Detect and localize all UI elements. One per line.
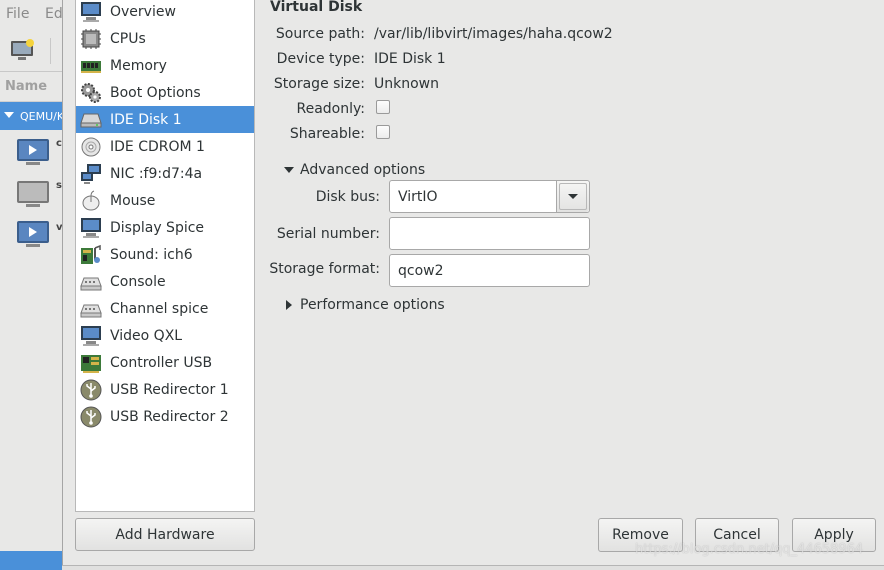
add-hardware-button[interactable]: Add Hardware: [75, 518, 255, 551]
bg-statusbar: [0, 551, 62, 570]
vm-running-icon[interactable]: [16, 138, 50, 166]
disk-bus-label: Disk bus:: [315, 189, 380, 205]
hard-disk-icon: [80, 109, 102, 131]
bg-toolbar: [0, 30, 62, 72]
sidebar-item-controller-usb[interactable]: Controller USB: [76, 349, 254, 376]
expand-arrow-icon: [4, 112, 14, 118]
serial-number-label: Serial number:: [276, 226, 380, 242]
new-vm-icon[interactable]: [10, 38, 36, 62]
usb-icon: [80, 406, 102, 428]
sidebar-item-label: Console: [110, 273, 166, 290]
source-path-value: /var/lib/libvirt/images/haha.qcow2: [374, 26, 613, 42]
sidebar-item-label: USB Redirector 2: [110, 408, 229, 425]
bg-name-column-header[interactable]: Name: [0, 74, 62, 102]
sidebar-item-label: Overview: [110, 3, 176, 20]
monitor-icon: [80, 1, 102, 23]
performance-options-expander[interactable]: Performance options: [286, 297, 445, 313]
source-path-label: Source path:: [275, 26, 365, 42]
bg-menu-file[interactable]: File: [6, 6, 29, 22]
controller-card-icon: [80, 352, 102, 374]
sidebar-item-overview[interactable]: Overview: [76, 0, 254, 25]
sidebar-item-label: USB Redirector 1: [110, 381, 229, 398]
vm-running-icon[interactable]: [16, 220, 50, 248]
watermark-text: https://blog.csdn.net/qq_44658964: [635, 542, 864, 557]
sidebar-item-label: CPUs: [110, 30, 146, 47]
serial-number-field[interactable]: [389, 217, 590, 250]
sidebar-item-mouse[interactable]: Mouse: [76, 187, 254, 214]
sidebar-item-label: IDE CDROM 1: [110, 138, 205, 155]
dialog-bottom-edge: [62, 565, 884, 570]
storage-size-value: Unknown: [374, 76, 439, 92]
cdrom-icon: [80, 136, 102, 158]
sidebar-item-label: Controller USB: [110, 354, 213, 371]
disk-bus-dropdown-button[interactable]: [556, 181, 589, 212]
storage-size-label: Storage size:: [273, 76, 365, 92]
advanced-options-expander[interactable]: Advanced options: [284, 162, 425, 178]
sidebar-item-label: Mouse: [110, 192, 156, 209]
shareable-label: Shareable:: [289, 126, 365, 142]
disk-bus-value: VirtIO: [398, 189, 438, 205]
sidebar-item-cpus[interactable]: CPUs: [76, 25, 254, 52]
storage-format-field[interactable]: qcow2: [389, 254, 590, 287]
readonly-checkbox[interactable]: [376, 100, 390, 114]
network-card-icon: [80, 163, 102, 185]
sidebar-item-video-qxl[interactable]: Video QXL: [76, 322, 254, 349]
sidebar-item-sound[interactable]: Sound: ich6: [76, 241, 254, 268]
sidebar-item-label: Channel spice: [110, 300, 209, 317]
storage-format-label: Storage format:: [269, 261, 380, 277]
shareable-checkbox[interactable]: [376, 125, 390, 139]
sidebar-item-boot-options[interactable]: Boot Options: [76, 79, 254, 106]
bg-connection-label: QEMU/K: [20, 110, 62, 123]
details-pane: Virtual Disk Source path: /var/lib/libvi…: [263, 0, 884, 560]
sidebar-item-label: Display Spice: [110, 219, 205, 236]
usb-icon: [80, 379, 102, 401]
cpu-chip-icon: [80, 28, 102, 50]
sidebar-item-console[interactable]: Console: [76, 268, 254, 295]
sidebar-item-label: Sound: ich6: [110, 246, 193, 263]
expander-closed-icon: [286, 300, 292, 310]
sidebar-item-nic[interactable]: NIC :f9:d7:4a: [76, 160, 254, 187]
serial-console-icon: [80, 271, 102, 293]
vm-details-dialog: Overview CPUs Memory Boot Options IDE Di…: [62, 0, 884, 566]
hardware-list[interactable]: Overview CPUs Memory Boot Options IDE Di…: [75, 0, 255, 512]
sidebar-item-label: Boot Options: [110, 84, 201, 101]
disk-bus-combo[interactable]: VirtIO: [389, 180, 590, 213]
display-monitor-icon: [80, 217, 102, 239]
sidebar-item-memory[interactable]: Memory: [76, 52, 254, 79]
readonly-label: Readonly:: [296, 101, 366, 117]
sidebar-item-ide-disk-1[interactable]: IDE Disk 1: [76, 106, 254, 133]
gears-icon: [80, 82, 102, 104]
channel-icon: [80, 298, 102, 320]
bg-menubar: File Ed: [0, 0, 63, 28]
device-type-value: IDE Disk 1: [374, 51, 446, 67]
memory-module-icon: [80, 55, 102, 77]
advanced-options-label: Advanced options: [300, 162, 426, 178]
expander-open-icon: [284, 167, 294, 173]
performance-options-label: Performance options: [300, 297, 445, 313]
sidebar-item-usb-redirector-1[interactable]: USB Redirector 1: [76, 376, 254, 403]
mouse-icon: [80, 190, 102, 212]
sound-card-icon: [80, 244, 102, 266]
device-type-label: Device type:: [276, 51, 365, 67]
vm-stopped-icon[interactable]: [16, 180, 50, 208]
sidebar-item-label: IDE Disk 1: [110, 111, 182, 128]
sidebar-item-label: NIC :f9:d7:4a: [110, 165, 203, 182]
background-window: File Ed Name QEMU/K c s v: [0, 0, 63, 570]
sidebar-item-channel-spice[interactable]: Channel spice: [76, 295, 254, 322]
sidebar-item-ide-cdrom-1[interactable]: IDE CDROM 1: [76, 133, 254, 160]
sidebar-item-display-spice[interactable]: Display Spice: [76, 214, 254, 241]
bg-connection-row[interactable]: QEMU/K: [0, 102, 62, 130]
video-monitor-icon: [80, 325, 102, 347]
bg-menu-edit[interactable]: Ed: [45, 6, 63, 22]
sidebar-item-label: Video QXL: [110, 327, 183, 344]
sidebar-item-label: Memory: [110, 57, 167, 74]
sidebar-item-usb-redirector-2[interactable]: USB Redirector 2: [76, 403, 254, 430]
section-title: Virtual Disk: [270, 0, 363, 15]
chevron-down-icon: [568, 194, 578, 199]
